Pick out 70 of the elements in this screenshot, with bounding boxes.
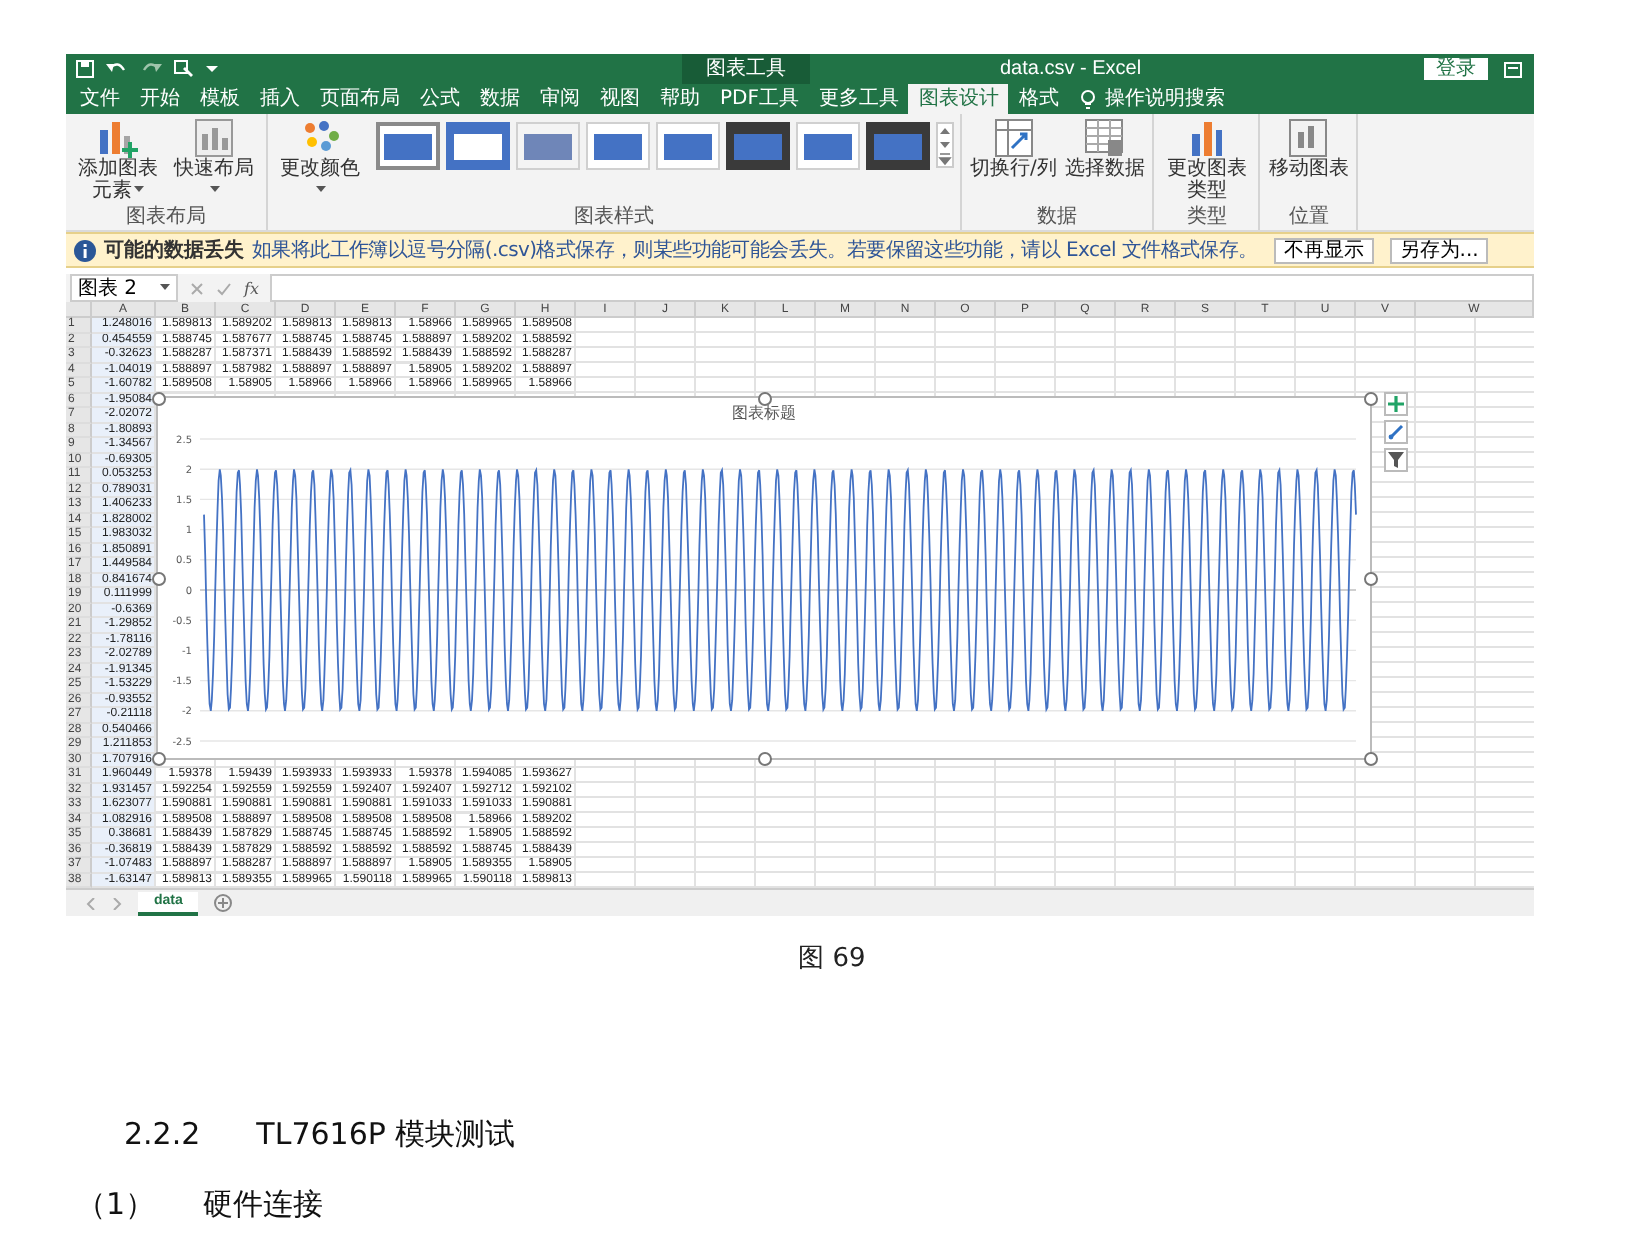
- group-label: 数据: [1037, 206, 1078, 230]
- subsection-heading: 硬件连接: [203, 1186, 324, 1224]
- info-icon: [74, 239, 96, 261]
- ribbon-tab[interactable]: 视图: [590, 84, 650, 114]
- ribbon-tab[interactable]: 文件: [70, 84, 130, 114]
- bar-chart-icon: [1186, 118, 1227, 158]
- formula-input[interactable]: [270, 274, 1534, 302]
- context-label: 图表工具: [682, 54, 810, 84]
- ribbon-tab[interactable]: 审阅: [530, 84, 590, 114]
- ribbon-button[interactable]: 添加图表元素: [72, 118, 164, 202]
- scroll-down-icon[interactable]: [938, 138, 952, 152]
- ribbon-tab[interactable]: 公式: [410, 84, 470, 114]
- chart-filters-button[interactable]: [1384, 448, 1408, 472]
- resize-handle[interactable]: [1363, 751, 1377, 765]
- chart-style-thumbnail[interactable]: [446, 122, 510, 170]
- figure-caption: 图 69: [796, 942, 868, 976]
- ribbon-tab[interactable]: 更多工具: [808, 84, 909, 114]
- tell-me-search[interactable]: 操作说明搜索: [1104, 84, 1225, 114]
- ribbon-button[interactable]: 更改图表类型: [1160, 118, 1253, 202]
- name-box[interactable]: 图表 2: [70, 274, 178, 302]
- ribbon-tab[interactable]: 帮助: [650, 84, 710, 114]
- ribbon-tab[interactable]: 格式: [1008, 84, 1069, 114]
- scroll-up-icon[interactable]: [938, 124, 952, 138]
- bar-chart-plus-icon: [96, 118, 140, 158]
- subsection-number: （1）: [76, 1186, 156, 1224]
- resize-handle[interactable]: [1363, 391, 1377, 405]
- group-label: 类型: [1186, 206, 1227, 230]
- add-sheet-icon[interactable]: [214, 894, 233, 912]
- section-heading: TL7616P 模块测试: [256, 1116, 516, 1154]
- group-label: 图表布局: [126, 206, 206, 230]
- chart-style-thumbnail[interactable]: [866, 122, 930, 170]
- save-icon[interactable]: [76, 60, 94, 78]
- info-bar-button[interactable]: 不再显示: [1273, 237, 1374, 263]
- ribbon-tab[interactable]: 图表设计: [908, 84, 1009, 114]
- insert-function-button[interactable]: fx: [244, 279, 259, 297]
- section-number: 2.2.2: [124, 1116, 201, 1154]
- caret-icon: [134, 186, 144, 195]
- chart-styles-button[interactable]: [1384, 420, 1408, 444]
- info-label: 可能的数据丢失: [104, 237, 244, 264]
- caret-icon: [210, 186, 220, 195]
- info-bar-button[interactable]: 另存为...: [1389, 237, 1489, 263]
- ribbon-button[interactable]: 更改颜色: [274, 118, 366, 202]
- resize-handle[interactable]: [757, 751, 771, 765]
- group-label: 位置: [1288, 206, 1329, 230]
- chart-style-thumbnail[interactable]: [376, 122, 440, 170]
- sign-in-button[interactable]: 登录: [1424, 58, 1488, 80]
- resize-handle[interactable]: [1363, 571, 1377, 585]
- more-icon[interactable]: [938, 152, 952, 166]
- resize-handle[interactable]: [757, 391, 771, 405]
- ribbon-button[interactable]: 移动图表: [1266, 118, 1351, 180]
- ribbon-button[interactable]: 选择数据: [1062, 118, 1147, 180]
- window-title: data.csv - Excel: [1000, 58, 1142, 80]
- info-message: 如果将此工作簿以逗号分隔(.csv)格式保存，则某些功能可能会丢失。若要保留这些功能，请以 Excel 文件格式保存。: [252, 237, 1258, 264]
- ribbon-options-icon[interactable]: [1504, 61, 1522, 77]
- touch-mode-icon[interactable]: [174, 60, 194, 78]
- ribbon-button[interactable]: 切换行/列: [968, 118, 1059, 180]
- chart-style-thumbnail[interactable]: [726, 122, 790, 170]
- ribbon-tab[interactable]: 插入: [250, 84, 310, 114]
- ribbon-tab[interactable]: 页面布局: [310, 84, 410, 114]
- ribbon-tab[interactable]: 模板: [190, 84, 250, 114]
- lightbulb-icon: [1080, 89, 1097, 109]
- ribbon-button[interactable]: 快速布局: [168, 118, 260, 202]
- caret-icon: [316, 186, 326, 195]
- customize-caret-icon[interactable]: [206, 64, 218, 74]
- ribbon-tab[interactable]: 数据: [470, 84, 530, 114]
- chart-elements-button[interactable]: [1384, 392, 1408, 416]
- chart-title: 图表标题: [732, 404, 796, 422]
- ribbon-tab[interactable]: 开始: [130, 84, 190, 114]
- group-label: 图表样式: [574, 206, 654, 230]
- ribbon-tab[interactable]: PDF工具: [710, 84, 809, 114]
